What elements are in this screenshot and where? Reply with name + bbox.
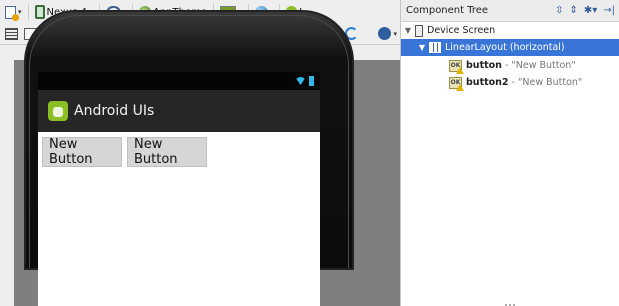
panel-actions: ⇳ ⇕ ✱▾ →| [555, 5, 619, 16]
collapse-all-icon[interactable]: ⇕ [569, 5, 577, 16]
preview-button-2[interactable]: New Button [127, 137, 207, 167]
app-logo-icon [48, 101, 68, 121]
phone-icon [34, 5, 45, 19]
tree-node-button2[interactable]: OK button2 - "New Button" [401, 74, 619, 91]
battery-icon [309, 76, 314, 86]
tree-node-label: button2 [466, 77, 509, 88]
expand-arrow-icon[interactable]: ▼ [417, 43, 427, 52]
wifi-icon [295, 77, 306, 85]
layout-file-icon [5, 5, 19, 21]
expand-all-icon[interactable]: ⇳ [555, 5, 563, 16]
list-lines-icon [5, 27, 18, 40]
layout-editor-pane: ▾ Nexus 4▾ ▾ AppTheme ▾ ▾ L▾ 1:1 ▾ [0, 0, 400, 306]
config-file-dropdown[interactable]: ▾ [2, 2, 25, 22]
button-warning-icon: OK [449, 76, 464, 91]
settings-gear-icon[interactable]: ✱▾ [584, 5, 597, 16]
tree-node-label: button [466, 60, 502, 71]
options-button[interactable]: ▾ [375, 24, 400, 44]
app-title: Android UIs [74, 103, 155, 119]
preview-button-1[interactable]: New Button [42, 137, 122, 167]
device-screen-content[interactable]: New Button New Button [38, 132, 320, 306]
separator [27, 4, 29, 20]
tree-node-label: LinearLayout (horizontal) [445, 42, 565, 53]
device-screen-icon [415, 24, 423, 37]
button-warning-icon: OK [449, 59, 464, 74]
tree-node-linearlayout[interactable]: ▼ LinearLayout (horizontal) [401, 39, 619, 56]
linear-layout-icon [429, 42, 441, 53]
action-bar: Android UIs [38, 90, 320, 132]
tree-node-detail: - "New Button" [504, 60, 576, 71]
tree-node-label: Device Screen [427, 25, 496, 36]
layout-width-button[interactable] [2, 24, 21, 44]
expand-arrow-icon[interactable]: ▼ [403, 26, 413, 35]
component-tree-panel: Component Tree ⇳ ⇕ ✱▾ →| ▼ Device Screen… [400, 0, 619, 306]
tree-node-device-screen[interactable]: ▼ Device Screen [401, 22, 619, 39]
gear-icon [378, 27, 392, 40]
tree-node-button[interactable]: OK button - "New Button" [401, 57, 619, 74]
chevron-down-icon: ▾ [393, 29, 397, 38]
panel-title: Component Tree [406, 5, 489, 16]
hide-panel-icon[interactable]: →| [603, 5, 615, 16]
component-tree-header: Component Tree ⇳ ⇕ ✱▾ →| [401, 0, 619, 22]
tree-node-detail: - "New Button" [511, 77, 583, 88]
status-bar [38, 72, 320, 90]
